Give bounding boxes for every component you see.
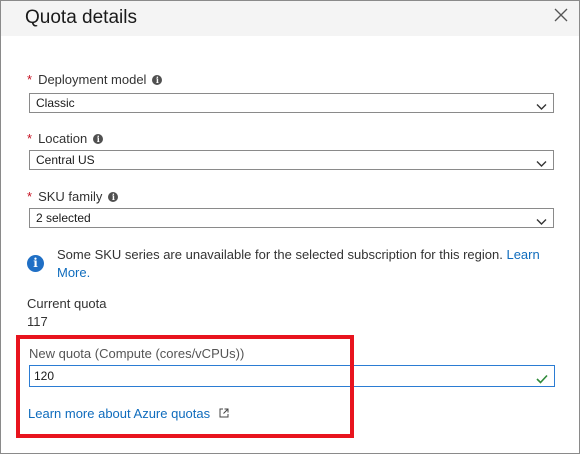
info-message-body: Some SKU series are unavailable for the … — [57, 247, 503, 262]
info-icon[interactable]: i — [93, 133, 104, 144]
checkmark-icon — [536, 371, 548, 389]
learn-more-link[interactable]: Learn — [506, 247, 539, 262]
page-title: Quota details — [25, 7, 137, 28]
chevron-down-icon — [536, 98, 547, 116]
new-quota-label: New quota (Compute (cores/vCPUs)) — [29, 346, 245, 361]
sku-family-select[interactable]: 2 selected — [29, 208, 554, 228]
external-link-icon[interactable] — [219, 406, 229, 421]
current-quota-value: 117 — [27, 314, 48, 329]
chevron-down-icon — [536, 155, 547, 173]
deployment-model-select[interactable]: Classic — [29, 93, 554, 113]
quota-details-panel: Quota details * Deployment model i Class… — [0, 0, 580, 454]
info-icon[interactable]: i — [152, 74, 163, 85]
learn-more-link-continued[interactable]: More. — [57, 265, 90, 280]
sku-family-label-text: SKU family — [38, 189, 103, 204]
current-quota-label: Current quota — [27, 296, 107, 311]
location-label-text: Location — [38, 131, 88, 146]
required-marker: * — [27, 72, 33, 87]
chevron-down-icon — [536, 213, 547, 231]
sku-family-label: * SKU family i — [27, 189, 119, 204]
deployment-model-label: * Deployment model i — [27, 72, 163, 87]
info-icon: i — [27, 255, 44, 272]
location-select[interactable]: Central US — [29, 150, 554, 170]
close-icon — [552, 6, 570, 24]
location-label: * Location i — [27, 131, 104, 146]
required-marker: * — [27, 131, 33, 146]
learn-more-quotas-link[interactable]: Learn more about Azure quotas — [28, 406, 210, 421]
panel-header: Quota details — [1, 1, 579, 36]
info-message: i Some SKU series are unavailable for th… — [27, 244, 547, 284]
deployment-model-value: Classic — [36, 96, 75, 110]
sku-family-value: 2 selected — [36, 211, 91, 225]
deployment-model-label-text: Deployment model — [38, 72, 147, 87]
learn-more-quotas: Learn more about Azure quotas — [28, 406, 229, 421]
new-quota-input[interactable] — [34, 367, 524, 385]
info-message-text: Some SKU series are unavailable for the … — [57, 246, 557, 282]
required-marker: * — [27, 189, 33, 204]
new-quota-field[interactable] — [29, 365, 555, 387]
close-button[interactable] — [552, 6, 570, 24]
location-value: Central US — [36, 153, 95, 167]
info-icon[interactable]: i — [108, 191, 119, 202]
